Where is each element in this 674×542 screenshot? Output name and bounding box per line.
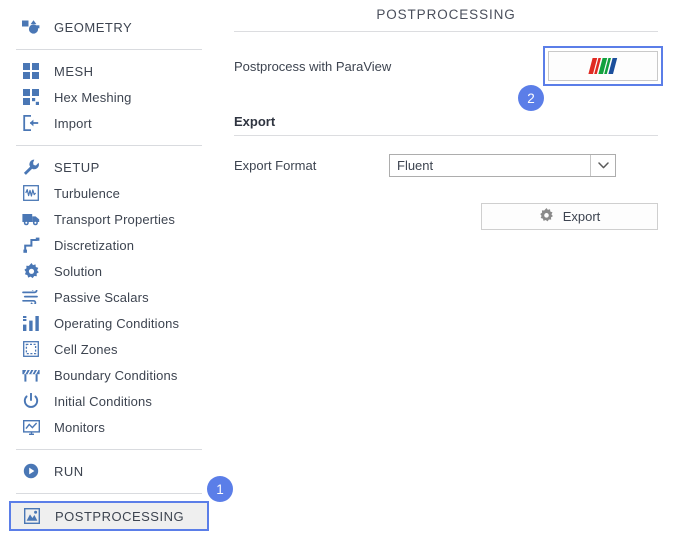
sidebar-item-label: Initial Conditions	[54, 393, 153, 409]
paraview-button[interactable]	[548, 51, 658, 81]
mesh-grid-icon	[20, 61, 42, 81]
export-format-select[interactable]: Fluent	[389, 153, 616, 177]
sidebar-item-label: Import	[54, 115, 92, 131]
truck-icon	[20, 209, 42, 229]
export-format-value: Fluent	[397, 157, 434, 173]
export-format-row: Export Format Fluent	[234, 153, 658, 177]
sidebar-divider	[16, 145, 202, 146]
page-title: POSTPROCESSING	[376, 7, 516, 22]
sidebar-divider	[16, 449, 202, 450]
sidebar-item-label: GEOMETRY	[54, 19, 133, 35]
sidebar-item-label: Turbulence	[54, 185, 121, 201]
wrench-icon	[20, 157, 42, 177]
paraview-row: Postprocess with ParaView	[234, 46, 663, 86]
power-icon	[20, 391, 42, 411]
title-divider	[234, 31, 658, 32]
postprocessing-content: Postprocess with ParaView Export Export …	[218, 46, 674, 230]
play-circle-icon	[20, 461, 42, 481]
sidebar-item-label: Monitors	[54, 419, 106, 435]
sidebar-item-discretization[interactable]: Discretization	[10, 232, 208, 258]
sidebar-item-postprocessing[interactable]: POSTPROCESSING	[9, 501, 209, 531]
application-window: GEOMETRY MESH Hex Meshing Import SETUP T…	[0, 0, 674, 542]
waveform-icon	[20, 183, 42, 203]
geometry-icon	[20, 17, 42, 37]
nav-group-setup: SETUP Turbulence Transport Properties Di…	[0, 154, 218, 440]
sidebar-item-run[interactable]: RUN	[10, 458, 208, 484]
sidebar-item-label: Transport Properties	[54, 211, 176, 227]
bar-chart-icon	[20, 313, 42, 333]
callout-badge-1: 1	[207, 476, 233, 502]
export-button-label: Export	[562, 209, 601, 224]
export-format-label: Export Format	[234, 157, 317, 173]
nav-group-postprocessing: POSTPROCESSING	[0, 501, 218, 531]
chevron-down-icon[interactable]	[590, 154, 615, 176]
sidebar-divider	[16, 493, 202, 494]
sidebar-item-mesh[interactable]: MESH	[10, 58, 208, 84]
wind-flow-icon	[20, 287, 42, 307]
sidebar-item-solution[interactable]: Solution	[10, 258, 208, 284]
export-button[interactable]: Export	[481, 203, 658, 230]
sidebar-item-passive-scalars[interactable]: Passive Scalars	[10, 284, 208, 310]
sidebar-item-transport-properties[interactable]: Transport Properties	[10, 206, 208, 232]
sidebar-item-boundary-conditions[interactable]: Boundary Conditions	[10, 362, 208, 388]
sidebar-item-label: Cell Zones	[54, 341, 118, 357]
sidebar-item-setup[interactable]: SETUP	[10, 154, 208, 180]
navigation-sidebar: GEOMETRY MESH Hex Meshing Import SETUP T…	[0, 0, 228, 542]
sidebar-item-label: Passive Scalars	[54, 289, 149, 305]
sidebar-item-label: Solution	[54, 263, 103, 279]
import-arrow-icon	[20, 113, 42, 133]
paraview-row-label: Postprocess with ParaView	[234, 58, 392, 74]
sidebar-item-label: Operating Conditions	[54, 315, 180, 331]
monitor-chart-icon	[20, 417, 42, 437]
paraview-button-wrapper	[543, 46, 663, 86]
sidebar-item-label: Hex Meshing	[54, 89, 132, 105]
nav-group-geometry: GEOMETRY	[0, 14, 218, 40]
sidebar-item-geometry[interactable]: GEOMETRY	[10, 14, 208, 40]
sidebar-item-label: RUN	[54, 463, 84, 479]
sidebar-item-label: MESH	[54, 63, 94, 79]
sidebar-item-monitors[interactable]: Monitors	[10, 414, 208, 440]
sidebar-item-cell-zones[interactable]: Cell Zones	[10, 336, 208, 362]
sidebar-item-import[interactable]: Import	[10, 110, 208, 136]
sidebar-item-operating-conditions[interactable]: Operating Conditions	[10, 310, 208, 336]
sidebar-item-label: Discretization	[54, 237, 135, 253]
paraview-logo-icon	[588, 58, 618, 74]
barrier-fence-icon	[20, 365, 42, 385]
nav-group-run: RUN	[0, 458, 218, 484]
sidebar-item-turbulence[interactable]: Turbulence	[10, 180, 208, 206]
export-section-divider	[234, 135, 658, 136]
postprocessing-icon	[21, 506, 43, 526]
gear-icon	[539, 207, 554, 226]
gear-icon	[20, 261, 42, 281]
export-section-title: Export	[234, 114, 276, 129]
callout-badge-2: 2	[518, 85, 544, 111]
dashed-square-icon	[20, 339, 42, 359]
steps-icon	[20, 235, 42, 255]
sidebar-item-label: SETUP	[54, 159, 100, 175]
sidebar-item-hex-meshing[interactable]: Hex Meshing	[10, 84, 208, 110]
sidebar-item-label: Boundary Conditions	[54, 367, 178, 383]
main-content-panel: POSTPROCESSING Postprocess with ParaView	[218, 0, 674, 542]
sidebar-item-label: POSTPROCESSING	[55, 508, 185, 524]
sidebar-divider	[16, 49, 202, 50]
nav-group-mesh: MESH Hex Meshing Import	[0, 58, 218, 136]
sidebar-item-initial-conditions[interactable]: Initial Conditions	[10, 388, 208, 414]
hex-meshing-icon	[20, 87, 42, 107]
